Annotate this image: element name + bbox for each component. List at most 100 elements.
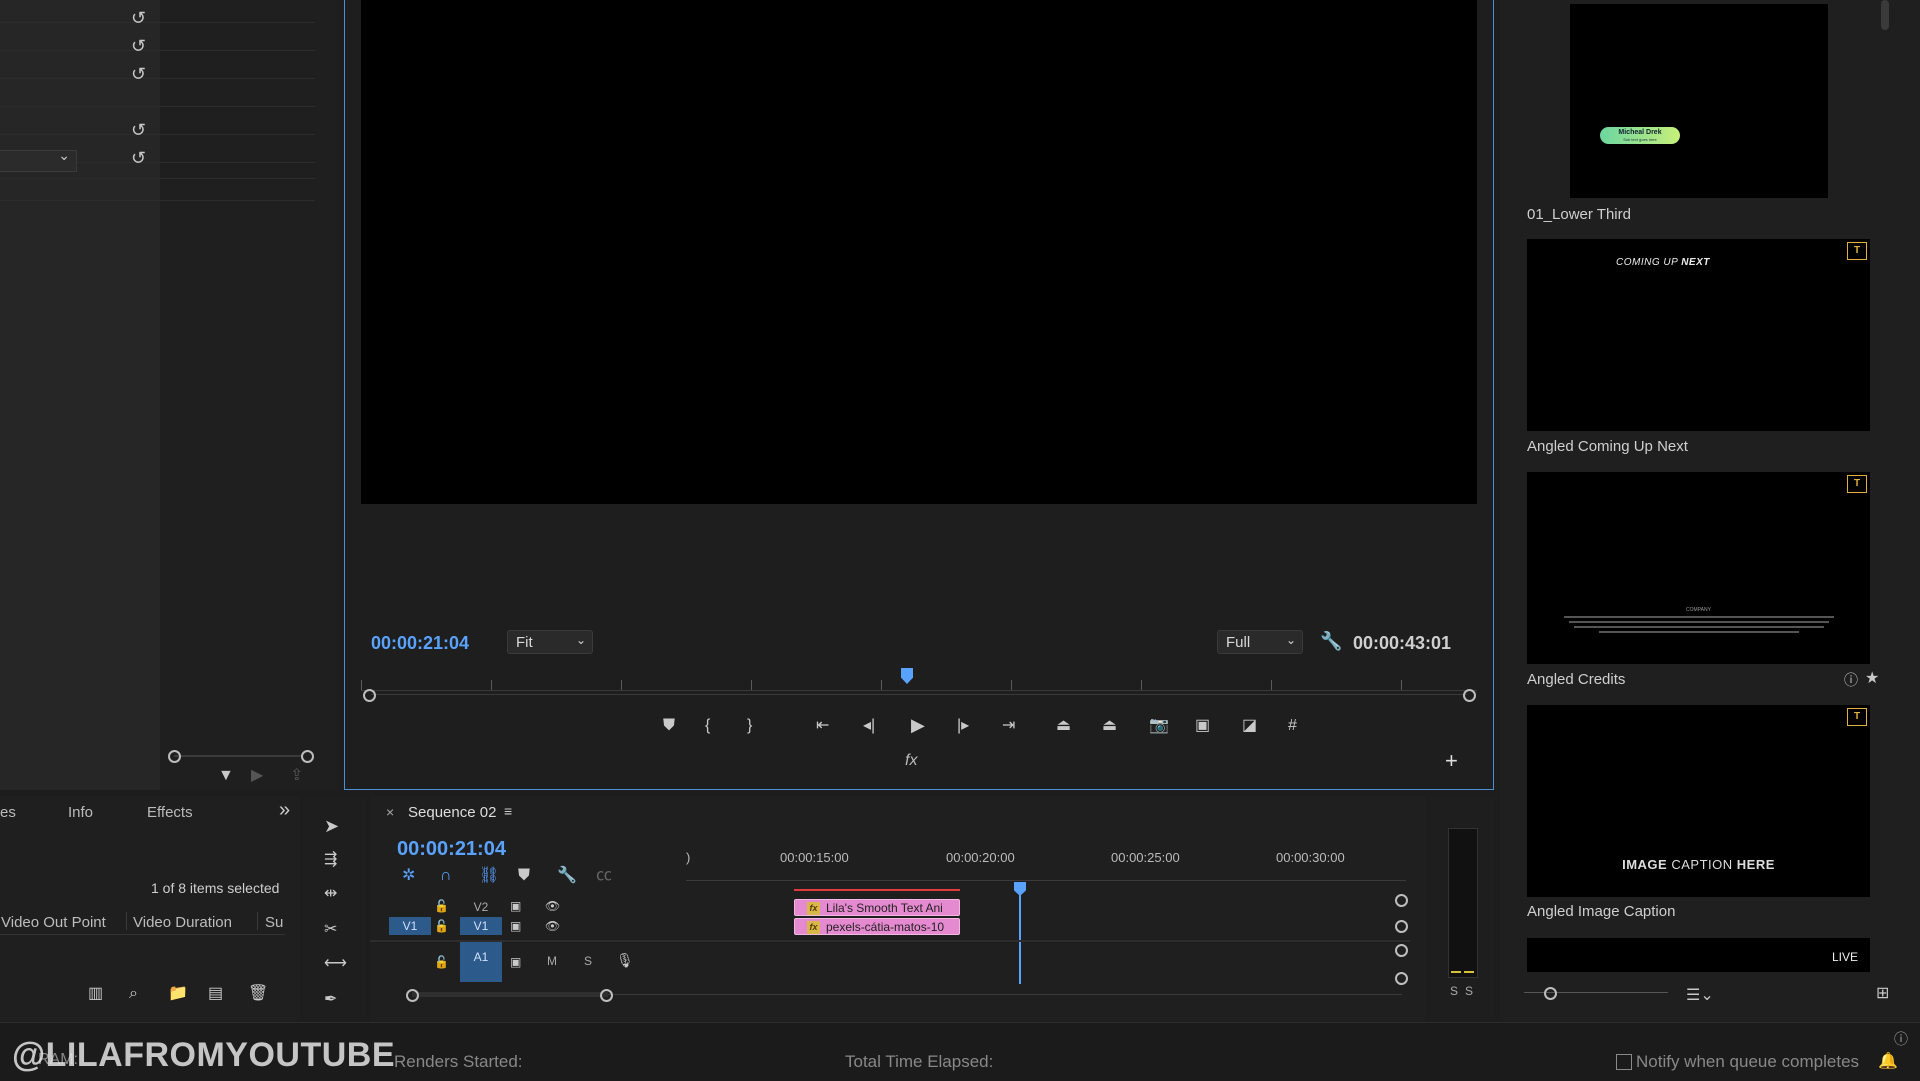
- template-thumbnail-lower-third[interactable]: Micheal Drek Sub text goes here: [1570, 4, 1828, 198]
- microphone-icon[interactable]: 🎙: [616, 952, 634, 968]
- overwrite-icon[interactable]: ◪: [1242, 718, 1257, 734]
- tab-info[interactable]: Info: [68, 804, 93, 821]
- timeline-clip-text-animation[interactable]: fx Lila's Smooth Text Ani: [794, 899, 960, 916]
- solo-button[interactable]: S: [580, 954, 596, 968]
- export-icon[interactable]: ⇪: [290, 768, 303, 784]
- fx-icon[interactable]: fx: [905, 752, 917, 770]
- track-target-a1[interactable]: A1: [460, 942, 502, 982]
- info-icon[interactable]: ⓘ: [1894, 1029, 1908, 1049]
- info-icon[interactable]: ⓘ: [1844, 672, 1858, 688]
- template-thumbnail-credits[interactable]: COMPANY T: [1527, 472, 1870, 664]
- timeline-zoom-scrollbar[interactable]: [406, 988, 1406, 1002]
- column-subclip[interactable]: Su: [265, 914, 283, 931]
- timeline-time-ruler[interactable]: ) 00:00:15:00 00:00:20:00 00:00:25:00 00…: [686, 850, 1406, 886]
- mark-in-icon[interactable]: {: [705, 718, 710, 734]
- video-preview[interactable]: [361, 0, 1477, 504]
- add-button[interactable]: +: [1445, 748, 1458, 774]
- hamburger-menu-icon[interactable]: ≡: [504, 803, 512, 819]
- selection-tool-icon[interactable]: ➤: [324, 817, 339, 835]
- star-icon[interactable]: ★: [1865, 671, 1879, 687]
- lift-icon[interactable]: ⏏: [1056, 718, 1071, 734]
- wrench-icon[interactable]: 🔧: [1320, 632, 1342, 650]
- wrench-icon[interactable]: 🔧: [557, 868, 577, 884]
- reset-parameter-icon[interactable]: ↺: [131, 65, 149, 83]
- track-height-handle[interactable]: [1395, 944, 1408, 957]
- safe-margins-icon[interactable]: #: [1288, 718, 1297, 734]
- ripple-edit-tool-icon[interactable]: ⇹: [324, 886, 337, 902]
- eye-icon[interactable]: 👁: [545, 918, 560, 934]
- insert-icon[interactable]: ▣: [1195, 718, 1210, 734]
- add-marker-icon[interactable]: ⛊: [518, 868, 530, 884]
- close-sequence-button[interactable]: ×: [386, 804, 394, 820]
- list-view-icon[interactable]: ☰⌄: [1686, 988, 1714, 1004]
- source-patch-v1[interactable]: V1: [389, 917, 431, 935]
- template-thumbnail-coming-up-next[interactable]: COMING UP NEXT T: [1527, 239, 1870, 431]
- sync-lock-icon[interactable]: ▣: [510, 954, 521, 970]
- track-target-v1[interactable]: V1: [460, 917, 502, 935]
- search-icon[interactable]: ⌕: [129, 986, 138, 1002]
- pen-tool-icon[interactable]: ✒: [324, 992, 337, 1008]
- linked-selection-icon[interactable]: ⛓: [479, 868, 499, 884]
- template-thumbnail-live[interactable]: LIVE: [1527, 938, 1870, 972]
- lock-icon[interactable]: 🔓: [434, 898, 449, 914]
- mark-out-icon[interactable]: }: [747, 718, 752, 734]
- program-current-timecode[interactable]: 00:00:21:04: [371, 633, 469, 654]
- play-icon[interactable]: ▶: [911, 716, 925, 734]
- sync-lock-icon[interactable]: ▣: [510, 898, 521, 914]
- effect-controls-zoom-scrollbar[interactable]: [168, 750, 314, 763]
- notify-checkbox[interactable]: [1616, 1054, 1632, 1070]
- reset-parameter-icon[interactable]: ↺: [131, 9, 149, 27]
- sequence-tab-title[interactable]: Sequence 02: [408, 804, 496, 821]
- bell-icon[interactable]: 🔔: [1878, 1051, 1898, 1071]
- slip-tool-icon[interactable]: ⟷: [324, 956, 347, 972]
- mute-button[interactable]: M: [544, 954, 560, 968]
- panel-overflow-icon[interactable]: »: [279, 799, 290, 822]
- export-frame-icon[interactable]: 📷: [1149, 718, 1169, 734]
- track-target-v2[interactable]: V2: [460, 898, 502, 916]
- timeline-clip-video[interactable]: fx pexels-cátia-matos-10: [794, 918, 960, 935]
- nest-sequence-icon[interactable]: ✲: [402, 868, 415, 884]
- timeline-timecode[interactable]: 00:00:21:04: [397, 838, 506, 861]
- new-item-icon[interactable]: ▤: [208, 986, 223, 1002]
- thumbnail-size-slider[interactable]: [1524, 986, 1668, 1000]
- eye-icon[interactable]: 👁: [545, 898, 560, 914]
- step-back-icon[interactable]: ◂|: [863, 718, 875, 734]
- zoom-level-dropdown[interactable]: Fit ⌄: [507, 630, 593, 654]
- reset-parameter-icon[interactable]: ↺: [131, 149, 149, 167]
- solo-right-button[interactable]: S: [1465, 984, 1473, 998]
- column-video-duration[interactable]: Video Duration: [133, 914, 232, 931]
- trash-icon[interactable]: 🗑: [248, 986, 268, 1002]
- go-to-out-icon[interactable]: ⇥: [1002, 718, 1015, 734]
- snap-icon[interactable]: ∩: [440, 868, 452, 884]
- captions-icon[interactable]: ㏄: [596, 868, 612, 884]
- track-height-handle[interactable]: [1395, 920, 1408, 933]
- freeform-view-icon[interactable]: ▥: [88, 986, 103, 1002]
- reset-parameter-icon[interactable]: ↺: [131, 37, 149, 55]
- new-layer-icon[interactable]: ⊞: [1876, 986, 1889, 1002]
- parameter-dropdown[interactable]: ⌄: [0, 147, 77, 172]
- template-thumbnail-image-caption[interactable]: IMAGE CAPTION HERE T: [1527, 705, 1870, 897]
- new-bin-icon[interactable]: 📁: [168, 986, 188, 1002]
- track-height-handle[interactable]: [1395, 972, 1408, 985]
- sync-lock-icon[interactable]: ▣: [510, 918, 521, 934]
- lock-icon[interactable]: 🔓: [434, 918, 449, 934]
- razor-tool-icon[interactable]: ✂: [324, 922, 337, 938]
- tab-project[interactable]: es: [0, 804, 16, 821]
- column-video-out-point[interactable]: Video Out Point: [1, 914, 106, 931]
- track-height-handle[interactable]: [1395, 894, 1408, 907]
- browse-scrollbar[interactable]: [1881, 0, 1889, 30]
- reset-parameter-icon[interactable]: ↺: [131, 121, 149, 139]
- extract-icon[interactable]: ⏏: [1102, 718, 1117, 734]
- solo-left-button[interactable]: S: [1450, 984, 1458, 998]
- effect-controls-panel: ↺ ↺ ↺ ↺ ↺ ⌄ ▼ ▶ ⇪: [0, 0, 338, 790]
- tab-effects[interactable]: Effects: [147, 804, 193, 821]
- play-audio-icon[interactable]: ▶: [251, 768, 263, 784]
- lock-icon[interactable]: 🔓: [434, 954, 449, 970]
- track-select-tool-icon[interactable]: ⇶: [324, 852, 337, 868]
- filter-icon[interactable]: ▼: [218, 768, 234, 784]
- add-marker-icon[interactable]: ⛊: [663, 718, 675, 734]
- step-forward-icon[interactable]: |▸: [957, 718, 969, 734]
- playback-resolution-dropdown[interactable]: Full ⌄: [1217, 630, 1303, 654]
- go-to-in-icon[interactable]: ⇤: [816, 718, 829, 734]
- program-zoom-scrollbar[interactable]: [363, 688, 1479, 702]
